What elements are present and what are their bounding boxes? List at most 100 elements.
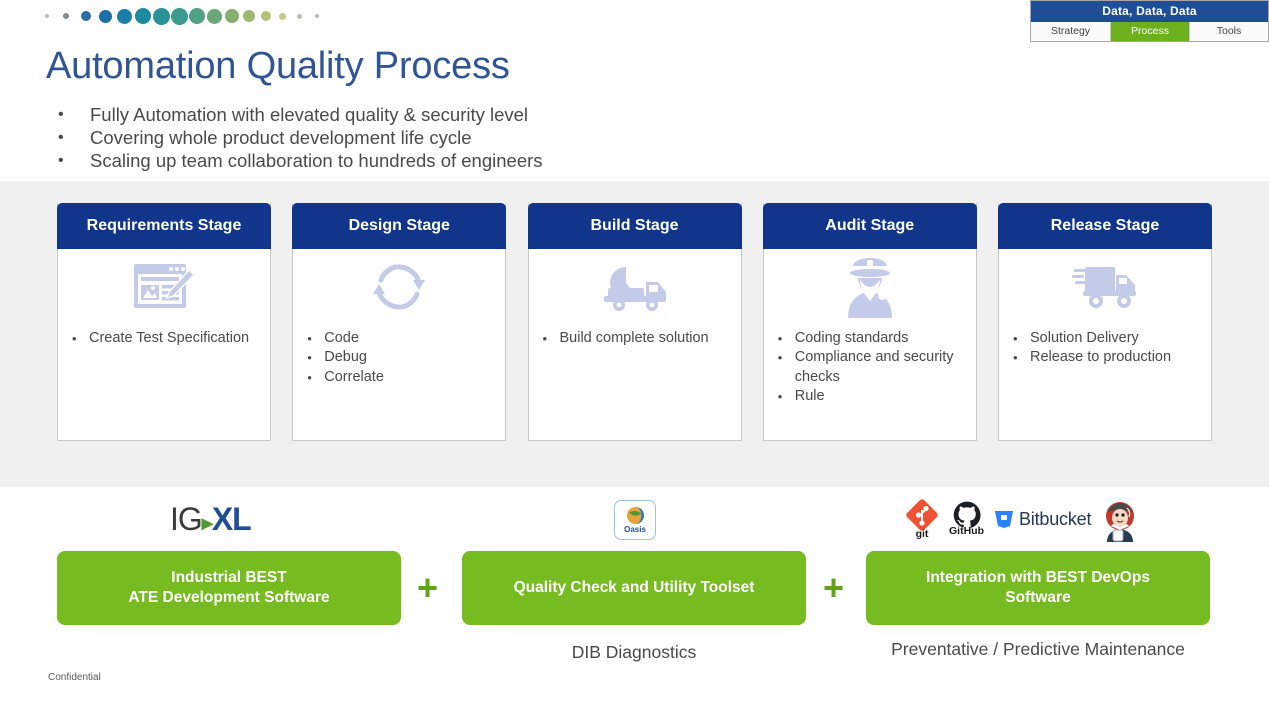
cement-mixer-truck-icon bbox=[529, 249, 741, 325]
stage-bullet-list: • Solution Delivery • Release to product… bbox=[999, 325, 1211, 368]
stage-bullet-item: • Rule bbox=[778, 387, 966, 406]
green-box-line2: Software bbox=[926, 588, 1150, 608]
bullet-icon: • bbox=[543, 329, 560, 348]
intro-bullet-item: • Scaling up team collaboration to hundr… bbox=[58, 150, 858, 171]
delivery-truck-icon bbox=[999, 249, 1211, 325]
stage-bullet-text: Rule bbox=[795, 387, 825, 406]
green-box-quality-check[interactable]: Quality Check and Utility Toolset bbox=[462, 551, 806, 625]
decorative-dot bbox=[135, 8, 151, 24]
nav-widget-title: Data, Data, Data bbox=[1031, 1, 1268, 22]
stage-bullet-item: • Code bbox=[307, 329, 495, 348]
stage-bullet-text: Build complete solution bbox=[560, 329, 709, 348]
caption-dib-diagnostics: DIB Diagnostics bbox=[462, 641, 806, 663]
oasis-logo: Oasis bbox=[614, 500, 656, 540]
intro-bullet-item: • Fully Automation with elevated quality… bbox=[58, 104, 858, 125]
stage-bullet-text: Correlate bbox=[324, 368, 384, 387]
intro-bullet-list: • Fully Automation with elevated quality… bbox=[58, 104, 858, 173]
intro-bullet-text: Covering whole product development life … bbox=[90, 127, 472, 148]
igxl-logo: IG▸XL bbox=[170, 500, 251, 542]
tab-tools[interactable]: Tools bbox=[1189, 22, 1268, 41]
decorative-dot bbox=[81, 11, 91, 21]
caption-preventative-maintenance: Preventative / Predictive Maintenance bbox=[866, 638, 1210, 660]
bullet-icon: • bbox=[778, 348, 795, 367]
bullet-icon: • bbox=[307, 329, 324, 348]
bullet-icon: • bbox=[58, 127, 90, 148]
stage-bullet-list: • Build complete solution bbox=[529, 325, 741, 348]
igxl-logo-marker: ▸ bbox=[202, 510, 212, 535]
stage-card-list: Requirements Stage • Create Test Specifi… bbox=[57, 203, 1212, 441]
stage-bullet-text: Debug bbox=[324, 348, 367, 367]
igxl-logo-xl: XL bbox=[212, 501, 251, 537]
decorative-dot bbox=[261, 11, 271, 21]
stage-card-design[interactable]: Design Stage • Code • Debug • Corr bbox=[292, 203, 506, 441]
bullet-icon: • bbox=[1013, 329, 1030, 348]
nav-widget-tabs: Strategy Process Tools bbox=[1031, 22, 1268, 41]
decorative-dot bbox=[189, 8, 205, 24]
stage-bullet-text: Code bbox=[324, 329, 359, 348]
stage-bullet-text: Compliance and security checks bbox=[795, 348, 966, 387]
stage-card-release[interactable]: Release Stage • Solution Delivery • R bbox=[998, 203, 1212, 441]
stage-bullet-text: Solution Delivery bbox=[1030, 329, 1139, 348]
stage-bullet-text: Create Test Specification bbox=[89, 329, 249, 348]
devops-logo-row: git GitHub Bitbucket bbox=[905, 496, 1139, 542]
oasis-label: Oasis bbox=[624, 526, 646, 534]
bullet-icon: • bbox=[307, 368, 324, 387]
bitbucket-logo-caption: Bitbucket bbox=[1019, 509, 1091, 530]
green-box-line1: Quality Check and Utility Toolset bbox=[514, 578, 755, 598]
stage-title: Audit Stage bbox=[763, 203, 977, 249]
decorative-dot bbox=[45, 14, 49, 18]
stage-bullet-item: • Coding standards bbox=[778, 329, 966, 348]
green-box-industrial-best[interactable]: Industrial BEST ATE Development Software bbox=[57, 551, 401, 625]
stage-title: Release Stage bbox=[998, 203, 1212, 249]
github-logo-caption: GitHub bbox=[949, 526, 984, 537]
stage-card-build[interactable]: Build Stage • Build complete solution bbox=[528, 203, 742, 441]
bullet-icon: • bbox=[778, 329, 795, 348]
git-logo: git bbox=[905, 498, 939, 540]
intro-bullet-text: Fully Automation with elevated quality &… bbox=[90, 104, 528, 125]
police-officer-icon bbox=[764, 249, 976, 325]
decorative-dot bbox=[99, 10, 112, 23]
stage-title: Build Stage bbox=[528, 203, 742, 249]
stage-card-audit[interactable]: Audit Stage • Coding standards • Comp bbox=[763, 203, 977, 441]
gradient-dot-strip bbox=[45, 7, 335, 25]
decorative-dot bbox=[63, 13, 69, 19]
green-box-line2: ATE Development Software bbox=[128, 588, 329, 608]
page-title: Automation Quality Process bbox=[46, 45, 510, 88]
refresh-cycle-icon bbox=[293, 249, 505, 325]
stage-title: Design Stage bbox=[292, 203, 506, 249]
decorative-dot bbox=[117, 9, 132, 24]
decorative-dot bbox=[315, 14, 319, 18]
intro-bullet-text: Scaling up team collaboration to hundred… bbox=[90, 150, 543, 171]
decorative-dot bbox=[297, 14, 302, 19]
stage-title: Requirements Stage bbox=[57, 203, 271, 249]
bitbucket-mark-icon bbox=[994, 509, 1014, 529]
bullet-icon: • bbox=[1013, 348, 1030, 367]
stage-bullet-item: • Compliance and security checks bbox=[778, 348, 966, 387]
stage-bullet-text: Coding standards bbox=[795, 329, 909, 348]
github-logo: GitHub bbox=[949, 501, 984, 537]
bullet-icon: • bbox=[58, 104, 90, 125]
green-box-integration-devops[interactable]: Integration with BEST DevOps Software bbox=[866, 551, 1210, 625]
stage-bullet-item: • Debug bbox=[307, 348, 495, 367]
stage-bullet-item: • Solution Delivery bbox=[1013, 329, 1201, 348]
decorative-dot bbox=[225, 9, 239, 23]
jenkins-logo bbox=[1101, 500, 1139, 539]
git-logo-caption: git bbox=[916, 529, 929, 540]
decorative-dot bbox=[207, 9, 222, 24]
bullet-icon: • bbox=[778, 387, 795, 406]
tab-process[interactable]: Process bbox=[1110, 22, 1189, 41]
stage-bullet-item: • Build complete solution bbox=[543, 329, 731, 348]
stage-bullet-text: Release to production bbox=[1030, 348, 1171, 367]
decorative-dot bbox=[243, 10, 255, 22]
tab-strategy[interactable]: Strategy bbox=[1031, 22, 1110, 41]
plus-icon: + bbox=[823, 570, 844, 606]
stage-bullet-item: • Release to production bbox=[1013, 348, 1201, 367]
nav-widget: Data, Data, Data Strategy Process Tools bbox=[1030, 0, 1269, 42]
igxl-logo-ig: IG bbox=[170, 501, 202, 537]
globe-icon bbox=[626, 506, 645, 525]
stage-bullet-list: • Create Test Specification bbox=[58, 325, 270, 348]
green-box-line1: Industrial BEST bbox=[128, 568, 329, 588]
stage-card-requirements[interactable]: Requirements Stage • Create Test Specifi… bbox=[57, 203, 271, 441]
confidential-label: Confidential bbox=[48, 672, 101, 683]
green-box-line1: Integration with BEST DevOps bbox=[926, 568, 1150, 588]
